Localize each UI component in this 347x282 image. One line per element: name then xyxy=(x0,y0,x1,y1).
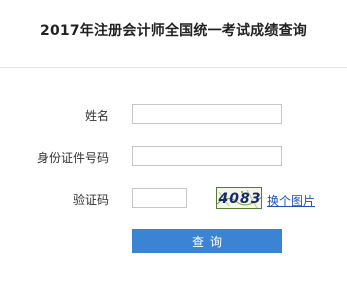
page-title: 2017年注册会计师全国统一考试成绩查询 xyxy=(40,23,307,39)
captcha-label: 验证码 xyxy=(72,193,109,207)
captcha-image[interactable]: 4083 xyxy=(216,187,262,209)
page-header: 2017年注册会计师全国统一考试成绩查询 xyxy=(0,0,347,68)
id-number-label: 身份证件号码 xyxy=(36,151,109,165)
query-page: 2017年注册会计师全国统一考试成绩查询 姓名 身份证件号码 验证码 4083 … xyxy=(0,0,347,282)
submit-query-button[interactable]: 查询 xyxy=(132,229,282,253)
id-number-input[interactable] xyxy=(132,146,282,166)
name-label: 姓名 xyxy=(84,109,109,123)
captcha-image-text: 4083 xyxy=(218,191,262,207)
captcha-input[interactable] xyxy=(132,188,187,208)
refresh-captcha-link[interactable]: 换个图片 xyxy=(267,192,315,209)
name-input[interactable] xyxy=(132,104,282,124)
